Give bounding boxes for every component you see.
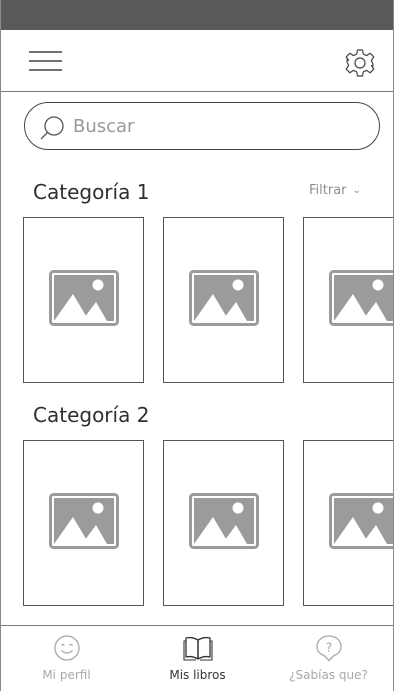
question-bubble-icon: ?: [315, 635, 342, 662]
hamburger-menu-icon: [29, 51, 62, 71]
book-card[interactable]: [163, 217, 284, 383]
book-card[interactable]: [23, 217, 144, 383]
image-placeholder-icon: [49, 493, 119, 549]
book-card[interactable]: [163, 440, 284, 606]
image-placeholder-icon: [189, 270, 259, 326]
smiley-icon: [53, 635, 80, 661]
filter-label: Filtrar: [309, 183, 347, 198]
category-2-book-row: [1, 440, 393, 606]
filter-dropdown[interactable]: Filtrar ⌄: [309, 183, 361, 198]
search-bar: [24, 102, 380, 150]
book-card[interactable]: [303, 440, 393, 606]
image-placeholder-icon: [329, 493, 393, 549]
nav-label: Mi perfil: [42, 668, 91, 682]
category-1-title: Categoría 1: [33, 180, 150, 204]
category-1-book-row: [1, 217, 393, 383]
search-icon: [40, 116, 64, 140]
bottom-navigation: Mi perfil Mis libros ? ¿Sabías que?: [1, 625, 393, 691]
open-book-icon: [182, 636, 213, 661]
nav-item-mis-libros[interactable]: Mis libros: [132, 626, 263, 691]
book-card[interactable]: [303, 217, 393, 383]
nav-label: Mis libros: [169, 668, 226, 682]
status-bar: [1, 0, 393, 30]
image-placeholder-icon: [49, 270, 119, 326]
app-screen: Categoría 1 Filtrar ⌄: [0, 0, 394, 691]
settings-button[interactable]: [344, 47, 376, 79]
svg-text:?: ?: [325, 641, 331, 655]
nav-item-mi-perfil[interactable]: Mi perfil: [1, 626, 132, 691]
gear-icon: [345, 49, 375, 77]
hamburger-menu-button[interactable]: [29, 50, 62, 72]
nav-label: ¿Sabías que?: [289, 668, 368, 682]
chevron-down-icon: ⌄: [352, 185, 361, 196]
book-card[interactable]: [23, 440, 144, 606]
image-placeholder-icon: [329, 270, 393, 326]
image-placeholder-icon: [189, 493, 259, 549]
category-2-title: Categoría 2: [33, 403, 150, 427]
nav-item-sabias-que[interactable]: ? ¿Sabías que?: [263, 626, 393, 691]
search-input[interactable]: [73, 110, 363, 142]
top-bar: [1, 30, 393, 92]
